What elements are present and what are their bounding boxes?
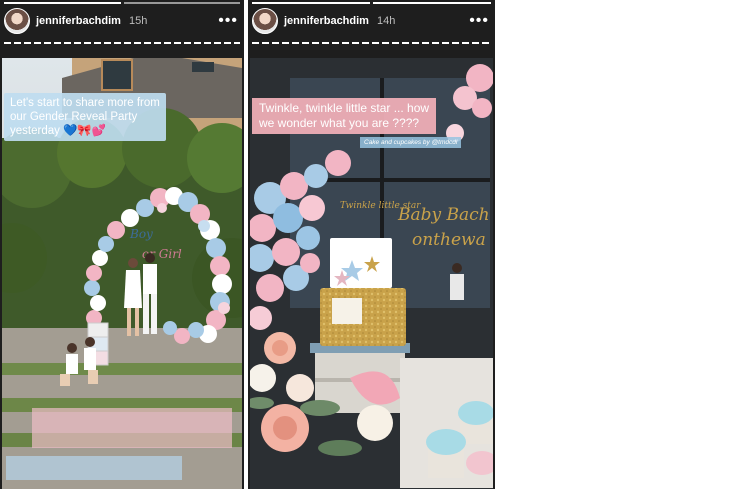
caption-line: Let's start to share more from [10, 97, 160, 109]
avatar[interactable] [252, 8, 278, 34]
cake-topper: Twinkle little star [340, 201, 421, 211]
caption-line: Twinkle, twinkle little star ... how [259, 101, 430, 115]
story-progress-bar [252, 2, 491, 4]
caption-line: we wonder what you are ???? [259, 116, 420, 130]
post-time: 15h [128, 15, 148, 27]
more-options-icon[interactable]: ••• [218, 13, 238, 29]
story-panel-2[interactable]: jenniferbachdim 14h ••• Baby Bach onthew… [248, 0, 495, 489]
story-header: jenniferbachdim 15h ••• [4, 6, 238, 36]
caption-line: our Gender Reveal Party [10, 111, 138, 123]
story-photo: Baby Bach onthewa Twinkle little star Tw… [250, 58, 493, 489]
post-time: 14h [376, 15, 396, 27]
story-caption: Twinkle, twinkle little star ... how we … [252, 98, 437, 134]
more-options-icon[interactable]: ••• [469, 13, 489, 29]
caption-line: yesterday 💙🎀💕 [10, 125, 107, 137]
story-photo: Boy or Girl Let's start to share more fr… [2, 58, 242, 489]
story-segments [4, 42, 240, 44]
story-header: jenniferbachdim 14h ••• [252, 6, 489, 36]
window-sign-line2: onthewa [412, 230, 486, 250]
story-panel-1[interactable]: jenniferbachdim 15h ••• Boy or Girl Let'… [0, 0, 244, 489]
username[interactable]: jenniferbachdim [284, 15, 369, 27]
caption-blur-overlay [32, 408, 232, 448]
credit-caption: Cake and cupcakes by @tmdcdl [360, 137, 462, 148]
avatar[interactable] [4, 8, 30, 34]
arch-sign-boy: Boy [129, 227, 153, 241]
story-segments [252, 42, 491, 44]
story-progress-bar [4, 2, 240, 4]
story-caption: Let's start to share more from our Gende… [4, 93, 166, 141]
username[interactable]: jenniferbachdim [36, 15, 121, 27]
caption-blur-overlay [6, 456, 182, 480]
